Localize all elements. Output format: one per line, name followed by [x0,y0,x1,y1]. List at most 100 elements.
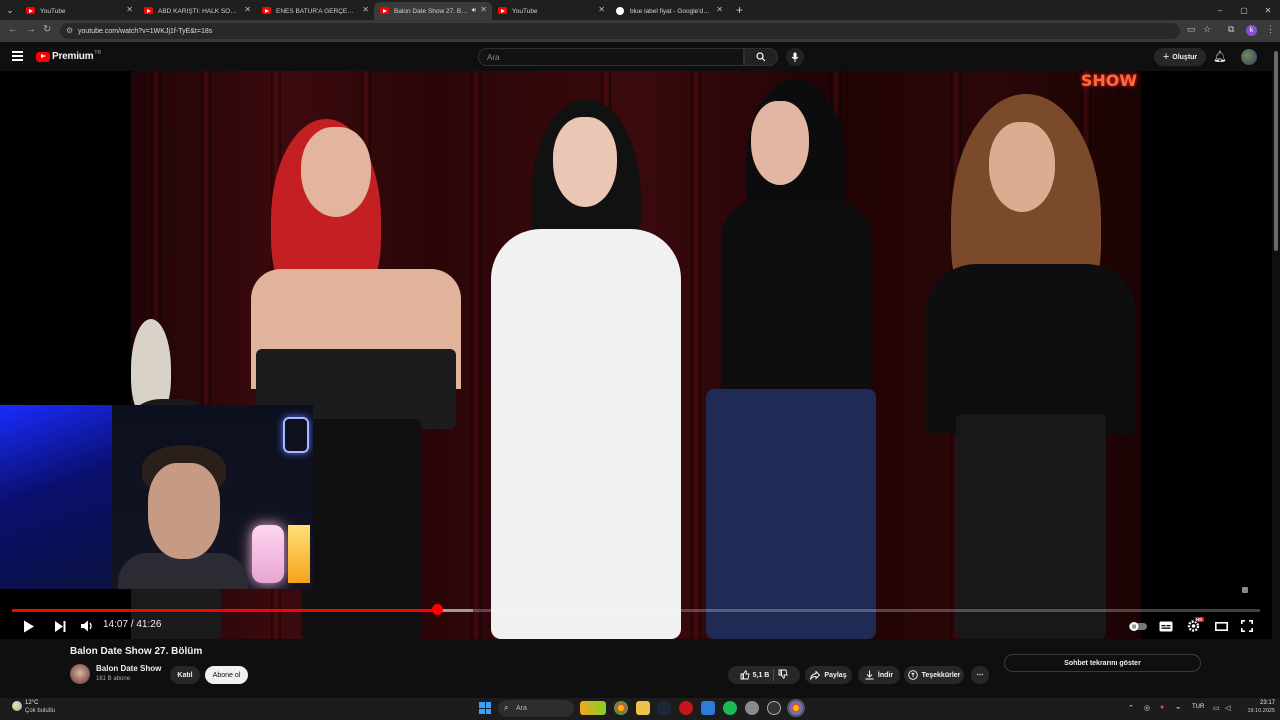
page-scrollbar[interactable] [1272,43,1280,698]
search-button[interactable] [744,48,778,66]
more-actions-button[interactable]: ⋯ [971,666,989,684]
minimize-icon[interactable]: – [1208,0,1232,20]
youtube-icon [498,7,507,14]
browser-tab[interactable]: YouTube ✕ [20,2,138,20]
reload-icon[interactable]: ↻ [43,24,51,35]
like-count: 5,1 B [752,671,770,679]
tray-app-icon[interactable]: ◎ [1144,704,1150,712]
tray-record-icon[interactable]: ● [1160,704,1164,711]
file-explorer-icon[interactable] [636,701,650,715]
player-marker [1242,587,1248,593]
thanks-button[interactable]: Teşekkürler [904,666,964,684]
tab-list: YouTube✕ABD KARIŞTI: HALK SOKAKTA! ŞAŞIR… [20,0,728,20]
download-button[interactable]: İndir [858,666,900,684]
tab-search-icon[interactable]: ⌄ [0,0,20,20]
scrollbar-thumb[interactable] [1274,51,1278,251]
thanks-label: Teşekkürler [921,671,961,679]
spotify-icon[interactable] [723,701,737,715]
browser-menu-icon[interactable]: ⋮ [1266,24,1275,35]
person-black-top [691,79,901,639]
tray-display-icon[interactable]: ▭ [1213,704,1220,712]
chrome-icon[interactable] [614,701,628,715]
create-button[interactable]: + Oluştur [1154,48,1206,66]
show-neon-sign: SHOW [1080,71,1137,90]
tab-title: ENES BATUR'A GERÇEKTEN NE OLDU? [276,7,358,15]
tab-title: Balon Date Show 27. Bölüm [394,7,470,15]
clock-date[interactable]: 19.10.2025 [1240,708,1275,714]
tab-close-icon[interactable]: ✕ [244,5,251,14]
tab-close-icon[interactable]: ✕ [362,5,369,14]
profile-icon[interactable]: k [1246,25,1257,36]
address-bar[interactable]: ⚙ youtube.com/watch?v=1WKJj1f-TyE&t=18s [60,23,1180,39]
weather-temperature: 12°C [25,700,39,706]
tray-overflow-icon[interactable]: ⌃ [1128,704,1134,712]
browser-tab[interactable]: blue label fiyat - Google'da Ara ✕ [610,2,728,20]
steam-icon[interactable] [657,701,671,715]
input-language[interactable]: TUR [1192,704,1204,710]
channel-name[interactable]: Balon Date Show [96,664,161,673]
maximize-icon[interactable]: ▢ [1232,0,1256,20]
widgets-icon[interactable] [580,701,606,715]
back-icon[interactable]: ← [8,24,18,35]
tab-title: ABD KARIŞTI: HALK SOKAKTA! ŞAŞIRTICI [158,7,240,15]
bookmark-star-icon[interactable]: ☆ [1203,24,1211,35]
menu-icon[interactable] [12,51,23,61]
channel-avatar[interactable] [70,664,90,684]
fullscreen-button[interactable] [1238,617,1256,635]
create-label: Oluştur [1172,53,1198,61]
tab-close-icon[interactable]: ✕ [716,5,723,14]
progress-bar[interactable] [12,609,1260,612]
youtube-logo[interactable]: Premium TR [36,50,101,62]
search-input[interactable]: Ara [478,48,744,66]
settings-app-icon[interactable] [745,701,759,715]
download-label: İndir [877,671,894,679]
app-icon-2[interactable] [767,701,781,715]
extensions-icon[interactable]: ⧉ [1228,24,1234,35]
browser-tab[interactable]: ABD KARIŞTI: HALK SOKAKTA! ŞAŞIRTICI ✕ [138,2,256,20]
play-button[interactable] [20,617,38,635]
cast-icon[interactable]: ▭ [1187,24,1196,35]
chrome-active-icon[interactable] [789,701,803,715]
tab-close-icon[interactable]: ✕ [598,5,605,14]
subtitles-button[interactable] [1157,617,1175,635]
scrubber-handle[interactable] [432,604,444,615]
like-dislike-group: 5,1 B [728,666,800,684]
taskbar-search[interactable]: ⌕ Ara [498,700,574,717]
logo-text: Premium [52,51,94,62]
dislike-button[interactable] [778,669,788,681]
show-chat-replay-button[interactable]: Sohbet tekrarını göster [1004,654,1201,672]
share-button[interactable]: Paylaş [805,666,852,684]
volume-button[interactable] [78,617,96,635]
browser-tab[interactable]: ENES BATUR'A GERÇEKTEN NE OLDU? ✕ [256,2,374,20]
video-player[interactable]: SHOW [0,71,1272,639]
windows-start-icon[interactable] [479,702,491,714]
new-tab-icon[interactable]: + [736,3,743,17]
tray-volume-icon[interactable]: ◁ [1225,704,1230,712]
settings-button[interactable]: HD [1185,617,1204,635]
account-avatar[interactable] [1241,49,1257,65]
close-window-icon[interactable]: ✕ [1256,0,1280,20]
browser-tab[interactable]: YouTube ✕ [492,2,610,20]
theater-mode-button[interactable] [1212,617,1230,635]
join-button[interactable]: Katıl [170,666,200,684]
next-button[interactable] [52,617,68,635]
progress-played [12,609,438,612]
autoplay-toggle[interactable] [1128,617,1148,635]
window-controls: – ▢ ✕ [1208,0,1280,20]
tab-close-icon[interactable]: ✕ [480,5,487,14]
notifications-bell-icon[interactable]: 🔔︎ [1213,50,1227,63]
site-info-icon[interactable]: ⚙ [66,26,73,35]
streamer-webcam-overlay [0,405,313,589]
app-icon[interactable] [701,701,715,715]
weather-icon[interactable] [12,701,22,711]
subscribe-button[interactable]: Abone ol [205,666,248,684]
microphone-icon[interactable] [786,48,804,66]
browser-tab[interactable]: Balon Date Show 27. Bölüm 🔊︎ ✕ [374,2,492,20]
like-button[interactable]: 5,1 B [740,670,770,680]
forward-icon[interactable]: → [26,24,36,35]
tray-network-icon[interactable]: ⌁ [1176,704,1180,712]
tab-audio-icon[interactable]: 🔊︎ [472,7,476,15]
tab-close-icon[interactable]: ✕ [126,5,133,14]
opera-icon[interactable] [679,701,693,715]
clock-time[interactable]: 23:17 [1247,700,1275,706]
